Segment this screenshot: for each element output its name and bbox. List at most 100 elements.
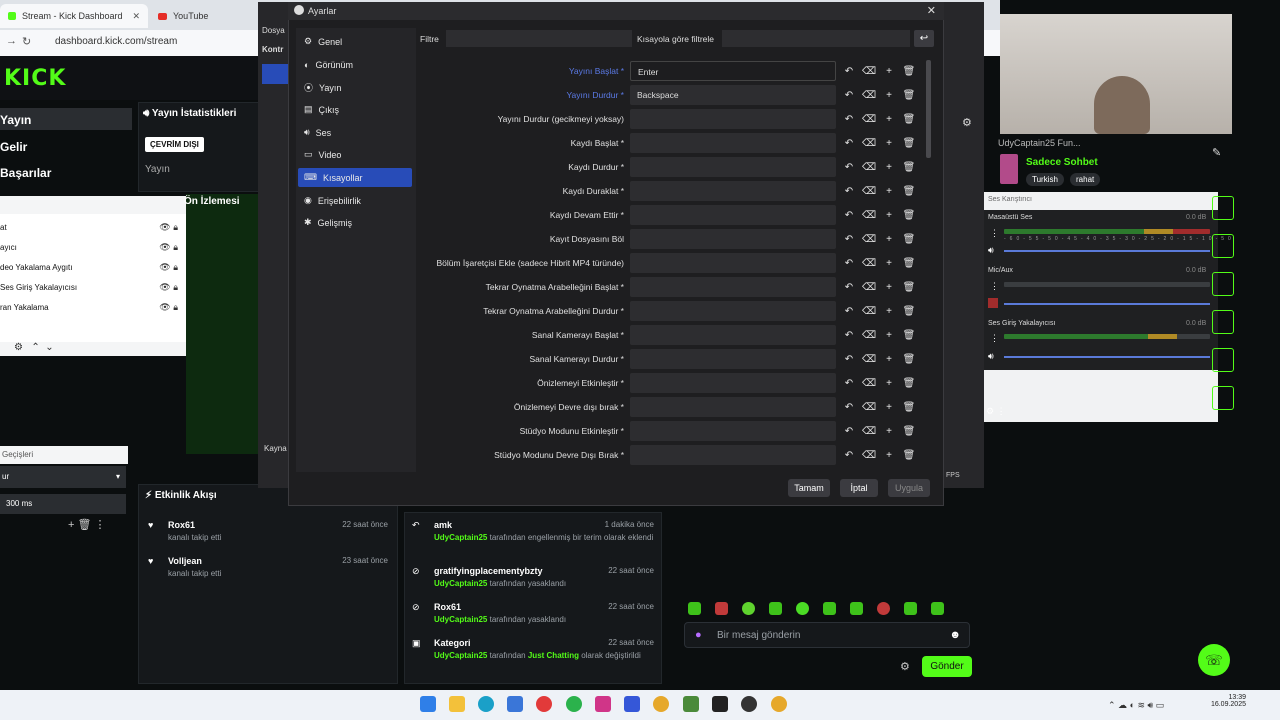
emote-icon[interactable]: [904, 602, 917, 615]
chrome-icon[interactable]: [771, 696, 787, 712]
close-icon[interactable]: ✕: [132, 11, 140, 22]
nav-item-basarilar[interactable]: Başarılar: [0, 166, 51, 180]
cancel-button[interactable]: İptal: [840, 479, 878, 497]
add-icon[interactable]: +: [882, 328, 896, 342]
ok-button[interactable]: Tamam: [788, 479, 830, 497]
dock-icon[interactable]: [1212, 272, 1234, 296]
volume-slider[interactable]: [1004, 250, 1210, 252]
shortcut-filter-input[interactable]: [722, 30, 910, 47]
emote-icon[interactable]: [715, 602, 728, 615]
support-icon[interactable]: ☏: [1198, 644, 1230, 676]
sidebar-item-erisebilirlik[interactable]: ◉ Erişebilirlik: [298, 191, 412, 210]
source-row[interactable]: ran Yakalama 👁︎ 🔒︎: [0, 302, 186, 313]
backspace-icon[interactable]: ⌫: [862, 376, 876, 390]
apply-button[interactable]: Uygula: [888, 479, 930, 497]
backspace-icon[interactable]: ⌫: [862, 208, 876, 222]
more-icon[interactable]: ⋮: [95, 519, 106, 531]
undo-icon[interactable]: ↶: [842, 448, 856, 462]
undo-icon[interactable]: ↶: [842, 352, 856, 366]
browser-tab-kick[interactable]: Stream - Kick Dashboard ✕: [0, 4, 148, 28]
chevron-up-icon[interactable]: ⌃: [31, 342, 39, 353]
source-row[interactable]: ayıcı 👁︎ 🔒︎: [0, 242, 186, 253]
source-row[interactable]: Ses Giriş Yakalayıcısı 👁︎ 🔒︎: [0, 282, 186, 293]
volume-slider[interactable]: [1004, 356, 1210, 358]
backspace-icon[interactable]: ⌫: [862, 400, 876, 414]
system-tray-icons[interactable]: ⌃ ☁ ◐ ≋ 🔊︎ ▭: [1108, 700, 1164, 711]
mic-icon[interactable]: ●: [695, 629, 702, 641]
transition-select[interactable]: ur ▾: [0, 466, 126, 488]
add-icon[interactable]: +: [882, 136, 896, 150]
add-icon[interactable]: +: [882, 376, 896, 390]
emote-icon[interactable]: [796, 602, 809, 615]
hotkey-input[interactable]: [630, 109, 836, 129]
hotkey-input[interactable]: [630, 301, 836, 321]
hotkey-input[interactable]: [630, 157, 836, 177]
trash-icon[interactable]: 🗑︎: [902, 328, 916, 342]
hotkey-input[interactable]: [630, 373, 836, 393]
trash-icon[interactable]: 🗑︎: [902, 184, 916, 198]
kick-logo[interactable]: KICK: [4, 66, 66, 91]
hotkey-input[interactable]: [630, 133, 836, 153]
sidebar-item-yayin[interactable]: ⦿ Yayın: [298, 78, 412, 97]
undo-icon[interactable]: ↶: [842, 280, 856, 294]
sidebar-item-cikis[interactable]: ▤ Çıkış: [298, 100, 412, 119]
nav-item-yayin[interactable]: Yayın: [0, 113, 31, 127]
trash-icon[interactable]: 🗑︎: [902, 88, 916, 102]
undo-icon[interactable]: ↶: [842, 88, 856, 102]
speaker-icon[interactable]: 🔊︎: [988, 245, 994, 256]
media-icon[interactable]: [536, 696, 552, 712]
volume-slider[interactable]: [1004, 303, 1210, 305]
sidebar-item-ses[interactable]: 🔊︎ Ses: [298, 123, 412, 142]
tag-turkish[interactable]: Turkish: [1026, 173, 1064, 186]
eye-icon[interactable]: 👁︎ 🔒︎: [159, 262, 178, 273]
trash-icon[interactable]: 🗑︎: [902, 208, 916, 222]
trash-icon[interactable]: 🗑︎: [902, 400, 916, 414]
chat-input[interactable]: ● Bir mesaj gönderin ☻: [684, 622, 970, 648]
eye-icon[interactable]: 👁︎ 🔒︎: [159, 242, 178, 253]
add-icon[interactable]: +: [882, 424, 896, 438]
hotkey-input[interactable]: [630, 277, 836, 297]
obs-icon[interactable]: [741, 696, 757, 712]
undo-icon[interactable]: ↶: [842, 208, 856, 222]
browser-tab-youtube[interactable]: YouTube: [150, 4, 260, 28]
hotkey-input[interactable]: [630, 397, 836, 417]
dock-icon[interactable]: [1212, 348, 1234, 372]
instagram-icon[interactable]: [595, 696, 611, 712]
backspace-icon[interactable]: ⌫: [862, 184, 876, 198]
add-icon[interactable]: +: [882, 400, 896, 414]
trash-icon[interactable]: 🗑︎: [902, 64, 916, 78]
hotkey-input[interactable]: [630, 445, 836, 465]
trash-icon[interactable]: 🗑︎: [902, 376, 916, 390]
dock-icon[interactable]: [1212, 386, 1234, 410]
reload-icon[interactable]: ↻: [22, 35, 31, 48]
file-explorer-icon[interactable]: [449, 696, 465, 712]
add-icon[interactable]: +: [882, 352, 896, 366]
emote-icon[interactable]: [769, 602, 782, 615]
trash-icon[interactable]: 🗑︎: [902, 280, 916, 294]
add-icon[interactable]: +: [882, 88, 896, 102]
obs-menu-file[interactable]: Dosya: [262, 26, 285, 35]
undo-icon[interactable]: ↶: [842, 424, 856, 438]
eye-icon[interactable]: 👁︎ 🔒︎: [159, 302, 178, 313]
clock[interactable]: 13:39 16.09.2025: [1206, 694, 1246, 708]
sidebar-item-gorunum[interactable]: ◐ Görünüm: [298, 55, 412, 74]
emote-icon[interactable]: [688, 602, 701, 615]
add-icon[interactable]: +: [882, 160, 896, 174]
undo-icon[interactable]: ↶: [842, 400, 856, 414]
nav-item-gelir[interactable]: Gelir: [0, 140, 27, 154]
backspace-icon[interactable]: ⌫: [862, 304, 876, 318]
muted-speaker-icon[interactable]: [988, 298, 998, 308]
undo-icon[interactable]: ↶: [842, 328, 856, 342]
filter-input[interactable]: [446, 30, 632, 47]
add-icon[interactable]: +: [882, 232, 896, 246]
add-icon[interactable]: +: [68, 519, 74, 531]
sidebar-item-kisayollar[interactable]: ⌨ Kısayollar: [298, 168, 412, 187]
add-icon[interactable]: +: [882, 208, 896, 222]
hotkey-input[interactable]: [630, 325, 836, 345]
add-icon[interactable]: +: [882, 280, 896, 294]
source-row[interactable]: deo Yakalama Aygıtı 👁︎ 🔒︎: [0, 262, 186, 273]
add-icon[interactable]: +: [882, 448, 896, 462]
add-icon[interactable]: +: [882, 256, 896, 270]
edge-icon[interactable]: [478, 696, 494, 712]
backspace-icon[interactable]: ⌫: [862, 256, 876, 270]
